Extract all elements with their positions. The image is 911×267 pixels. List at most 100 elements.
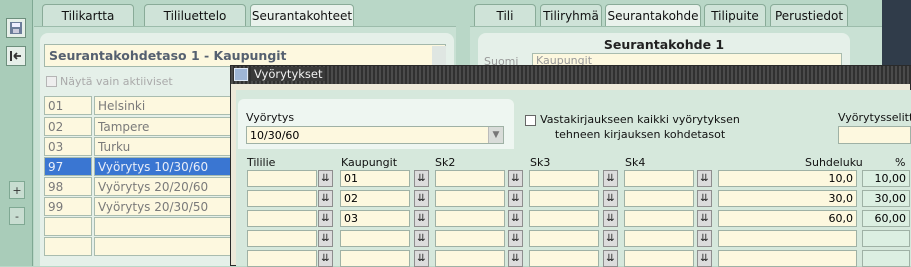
tili-cell[interactable] — [247, 190, 317, 207]
list-of-values-icon[interactable]: ⇊ — [508, 210, 523, 227]
name-cell[interactable]: Tampere — [94, 117, 232, 136]
tab-tilikartta[interactable]: Tilikartta — [42, 4, 134, 26]
sk3-cell[interactable] — [529, 190, 599, 207]
exit-icon[interactable] — [6, 46, 26, 66]
seurantakohde-title: Seurantakohde 1 — [603, 37, 725, 52]
list-of-values-icon[interactable]: ⇊ — [414, 170, 429, 187]
code-cell[interactable]: 01 — [44, 96, 92, 115]
tab-seurantakohde[interactable]: Seurantakohde — [605, 4, 701, 27]
sk2-cell[interactable] — [435, 250, 505, 267]
name-cell[interactable] — [94, 237, 232, 256]
remove-row-button[interactable]: - — [9, 207, 25, 225]
name-cell[interactable]: Helsinki — [94, 96, 232, 115]
name-cell[interactable]: Vyörytys 20/20/60 — [94, 177, 232, 196]
suhdeluku-cell[interactable]: 10,0 — [718, 170, 857, 187]
kaupunki-cell[interactable]: 03 — [340, 210, 410, 227]
list-of-values-icon[interactable]: ⇊ — [318, 250, 333, 267]
code-cell[interactable] — [44, 217, 92, 236]
list-of-values-icon[interactable]: ⇊ — [414, 250, 429, 267]
tab-perustiedot[interactable]: Perustiedot — [770, 4, 848, 26]
sk3-cell[interactable] — [529, 210, 599, 227]
tab-tilipuite[interactable]: Tilipuite — [704, 4, 766, 26]
suhdeluku-cell[interactable] — [718, 230, 857, 247]
list-of-values-icon[interactable]: ⇊ — [603, 250, 618, 267]
dialog-titlebar[interactable] — [231, 66, 911, 84]
level-select[interactable]: Seurantakohdetaso 1 - Kaupungit — [44, 44, 446, 67]
save-icon[interactable] — [6, 18, 26, 38]
sk3-cell[interactable] — [529, 170, 599, 187]
list-of-values-icon[interactable]: ⇊ — [697, 210, 712, 227]
list-of-values-icon[interactable]: ⇊ — [697, 170, 712, 187]
list-of-values-icon[interactable]: ⇊ — [414, 210, 429, 227]
list-of-values-icon[interactable]: ⇊ — [697, 190, 712, 207]
counter-entry-label-line2: tehneen kirjauksen kohdetasot — [554, 128, 726, 141]
vyorytys-label: Vyörytys — [246, 111, 295, 124]
name-cell[interactable]: Turku — [94, 137, 232, 156]
tab-tililuettelo[interactable]: Tililuettelo — [144, 4, 246, 26]
counter-entry-checkbox[interactable] — [525, 115, 536, 126]
sk3-cell[interactable] — [529, 250, 599, 267]
name-cell[interactable]: Vyörytys 20/30/50 — [94, 197, 232, 216]
kaupunki-cell[interactable] — [340, 250, 410, 267]
code-cell[interactable]: 98 — [44, 177, 92, 196]
sk4-cell[interactable] — [624, 170, 694, 187]
tili-cell[interactable] — [247, 210, 317, 227]
col-suhdeluku: Suhdeluku — [805, 156, 863, 169]
sk4-cell[interactable] — [624, 250, 694, 267]
kaupunki-cell[interactable] — [340, 230, 410, 247]
list-of-values-icon[interactable]: ⇊ — [603, 210, 618, 227]
percent-cell — [862, 250, 910, 267]
list-of-values-icon[interactable]: ⇊ — [414, 190, 429, 207]
list-of-values-icon[interactable]: ⇊ — [603, 190, 618, 207]
chevron-down-icon[interactable]: ▼ — [488, 127, 503, 143]
add-row-button[interactable]: + — [9, 181, 25, 199]
list-of-values-icon[interactable]: ⇊ — [508, 250, 523, 267]
tili-cell[interactable] — [247, 230, 317, 247]
list-of-values-icon[interactable]: ⇊ — [318, 210, 333, 227]
col-pct: % — [895, 156, 906, 169]
list-of-values-icon[interactable]: ⇊ — [603, 170, 618, 187]
code-cell[interactable]: 02 — [44, 117, 92, 136]
sk3-cell[interactable] — [529, 230, 599, 247]
list-of-values-icon[interactable]: ⇊ — [603, 230, 618, 247]
sk2-cell[interactable] — [435, 190, 505, 207]
percent-cell: 10,00 — [862, 170, 910, 187]
sk4-cell[interactable] — [624, 230, 694, 247]
code-cell-selected[interactable]: 97 — [44, 157, 92, 176]
list-of-values-icon[interactable]: ⇊ — [318, 190, 333, 207]
list-of-values-icon[interactable]: ⇊ — [318, 230, 333, 247]
list-of-values-icon[interactable]: ⇊ — [508, 190, 523, 207]
kaupunki-cell[interactable]: 01 — [340, 170, 410, 187]
sk2-cell[interactable] — [435, 210, 505, 227]
name-cell-selected[interactable]: Vyörytys 10/30/60 — [94, 157, 232, 176]
list-of-values-icon[interactable]: ⇊ — [414, 230, 429, 247]
tab-tiliryhma[interactable]: Tiliryhmä — [540, 4, 602, 26]
kaupunki-cell[interactable]: 02 — [340, 190, 410, 207]
tili-cell[interactable] — [247, 170, 317, 187]
tili-cell[interactable] — [247, 250, 317, 267]
level-dropdown-button[interactable] — [432, 46, 446, 65]
list-of-values-icon[interactable]: ⇊ — [508, 170, 523, 187]
active-only-checkbox[interactable] — [46, 76, 57, 87]
suhdeluku-cell[interactable]: 60,0 — [718, 210, 857, 227]
list-of-values-icon[interactable]: ⇊ — [697, 230, 712, 247]
list-of-values-icon[interactable]: ⇊ — [697, 250, 712, 267]
suhdeluku-cell[interactable]: 30,0 — [718, 190, 857, 207]
sk4-cell[interactable] — [624, 210, 694, 227]
code-cell[interactable]: 03 — [44, 137, 92, 156]
code-cell[interactable] — [44, 237, 92, 256]
name-cell[interactable] — [94, 217, 232, 236]
vyorytys-select[interactable]: 10/30/60 — [246, 126, 504, 144]
list-of-values-icon[interactable]: ⇊ — [508, 230, 523, 247]
tab-seurantakohteet[interactable]: Seurantakohteet — [250, 4, 354, 27]
tab-tili[interactable]: Tili — [474, 4, 536, 26]
sk2-cell[interactable] — [435, 170, 505, 187]
sk2-cell[interactable] — [435, 230, 505, 247]
sk4-cell[interactable] — [624, 190, 694, 207]
percent-cell: 60,00 — [862, 210, 910, 227]
selite-field[interactable] — [838, 126, 911, 144]
code-cell[interactable]: 99 — [44, 197, 92, 216]
suhdeluku-cell[interactable] — [718, 250, 857, 267]
list-of-values-icon[interactable]: ⇊ — [318, 170, 333, 187]
col-sk2: Sk2 — [435, 156, 456, 169]
